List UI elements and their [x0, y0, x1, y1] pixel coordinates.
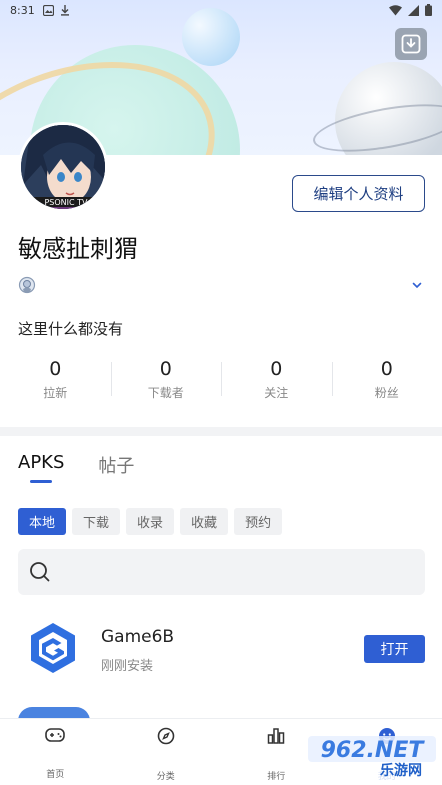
stat-invites[interactable]: 0 拉新 [0, 358, 111, 406]
bar-chart-icon [268, 728, 285, 744]
open-app-button[interactable]: 打开 [364, 635, 425, 663]
app-name: Game6B [101, 627, 175, 647]
nav-label: 分类 [156, 772, 175, 782]
status-time: 8:31 [10, 3, 35, 17]
nav-label: 排行 [267, 772, 286, 782]
stat-downloaders[interactable]: 0 下载者 [110, 358, 222, 406]
nav-categories[interactable]: 分类 [111, 719, 222, 785]
medal-badge-icon[interactable] [18, 276, 36, 294]
gamepad-icon [45, 728, 66, 742]
content-tabs: APKS 帖子 [18, 452, 134, 483]
profile-bio: 这里什么都没有 [18, 320, 124, 338]
list-item[interactable]: Game6B 刚刚安装 打开 [0, 615, 442, 687]
filter-local[interactable]: 本地 [18, 508, 67, 535]
search-icon [30, 562, 50, 582]
compass-icon [157, 727, 175, 745]
signal-icon [408, 4, 419, 16]
filter-chips: 本地 下载 收录 收藏 预约 [18, 508, 283, 535]
tab-apks[interactable]: APKS [18, 452, 64, 483]
stat-value: 0 [49, 358, 62, 380]
download-tray-icon [401, 34, 421, 54]
battery-icon [425, 4, 432, 16]
stat-label: 下载者 [147, 386, 184, 400]
nav-home[interactable]: 首页 [0, 719, 111, 785]
status-bar: 8:31 [0, 0, 442, 20]
app-status: 刚刚安装 [101, 659, 154, 674]
filter-reservations[interactable]: 预约 [234, 508, 283, 535]
search-input[interactable] [18, 549, 425, 595]
nav-label: 首页 [46, 770, 65, 780]
stat-value: 0 [159, 358, 172, 380]
tab-posts[interactable]: 帖子 [98, 452, 134, 478]
svg-text:PSONIC TV: PSONIC TV [44, 198, 88, 207]
stat-label: 拉新 [43, 386, 68, 400]
stat-value: 0 [380, 358, 393, 380]
stat-label: 粉丝 [374, 386, 399, 400]
username: 敏感扯刺猬 [18, 235, 138, 263]
stat-label: 关注 [264, 386, 289, 400]
chevron-down-icon[interactable] [410, 278, 424, 292]
wifi-icon [389, 4, 402, 15]
game6b-app-icon [31, 623, 75, 673]
filter-favorites[interactable]: 收藏 [180, 508, 229, 535]
download-manager-button[interactable] [395, 28, 427, 60]
stat-following[interactable]: 0 关注 [221, 358, 332, 406]
stat-followers[interactable]: 0 粉丝 [331, 358, 442, 406]
gallery-icon [42, 4, 54, 16]
watermark-text: 乐游网 [380, 763, 422, 779]
profile-stats: 0 拉新 0 下载者 0 关注 0 粉丝 [0, 358, 442, 406]
filter-included[interactable]: 收录 [126, 508, 175, 535]
avatar[interactable]: PSONIC TV [18, 122, 108, 212]
edit-profile-button[interactable]: 编辑个人资料 [292, 175, 425, 212]
download-status-icon [60, 4, 69, 16]
stat-value: 0 [270, 358, 283, 380]
filter-downloads[interactable]: 下载 [72, 508, 121, 535]
